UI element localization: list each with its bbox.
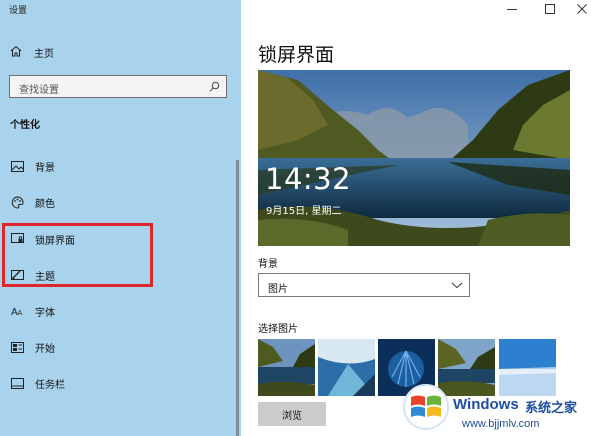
main-panel: 锁屏界面 14:32 9月15日, 星期二 背景 图片 选择图片 浏览 <box>241 0 591 436</box>
background-label: 背景 <box>258 259 278 270</box>
app-title: 设置 <box>9 6 28 16</box>
sidebar-home[interactable]: 主页 <box>10 44 54 60</box>
picture-thumbnail[interactable] <box>318 339 375 396</box>
close-button[interactable] <box>572 2 591 16</box>
preview-landscape-image <box>258 70 570 246</box>
windows-logo-icon <box>402 383 450 434</box>
sidebar-item-taskbar[interactable]: 任务栏 <box>10 375 210 391</box>
maximize-button[interactable] <box>540 2 560 16</box>
page-title: 锁屏界面 <box>258 44 335 66</box>
sidebar-item-start[interactable]: 开始 <box>10 339 210 355</box>
close-icon <box>577 4 587 14</box>
preview-date: 9月15日, 星期二 <box>266 206 342 217</box>
taskbar-icon <box>10 376 24 390</box>
font-icon: AA <box>10 304 24 318</box>
section-title: 个性化 <box>10 120 40 131</box>
search-icon[interactable] <box>209 81 220 95</box>
maximize-icon <box>545 4 555 14</box>
highlight-annotation-box <box>2 223 153 287</box>
home-icon <box>10 45 22 60</box>
sidebar: 设置 主页 查找设置 个性化 背景 颜色 锁屏界面 主题 A A 字体 开始 任… <box>0 0 241 436</box>
sidebar-item-label: 背景 <box>35 162 55 174</box>
sidebar-item-background[interactable]: 背景 <box>10 158 210 174</box>
preview-time: 14:32 <box>265 162 352 196</box>
watermark-url: www.bjjmlv.com <box>462 418 540 430</box>
watermark: Windows 系统之家 www.bjjmlv.com <box>398 383 591 436</box>
sidebar-scrollbar[interactable] <box>236 160 239 436</box>
search-input[interactable]: 查找设置 <box>9 75 227 98</box>
minimize-button[interactable] <box>502 2 522 16</box>
minimize-icon <box>507 9 517 10</box>
browse-button[interactable]: 浏览 <box>258 402 326 426</box>
sidebar-home-label: 主页 <box>34 48 54 60</box>
picture-icon <box>10 159 24 173</box>
watermark-brand: Windows <box>453 396 519 413</box>
sidebar-item-label: 颜色 <box>35 198 55 210</box>
sidebar-item-label: 任务栏 <box>35 379 65 391</box>
watermark-brand-cn: 系统之家 <box>525 401 578 416</box>
lock-screen-preview: 14:32 9月15日, 星期二 <box>258 70 570 246</box>
start-icon <box>10 340 24 354</box>
choose-picture-label: 选择图片 <box>258 324 298 335</box>
sidebar-item-fonts[interactable]: AA 字体 <box>10 303 210 319</box>
palette-icon <box>10 195 24 209</box>
svg-text:A: A <box>17 309 22 317</box>
background-dropdown[interactable]: 图片 <box>258 273 470 297</box>
background-dropdown-value: 图片 <box>268 284 288 295</box>
sidebar-item-label: 开始 <box>35 343 55 355</box>
picture-thumbnail[interactable] <box>258 339 315 396</box>
chevron-down-icon <box>451 280 463 293</box>
search-placeholder: 查找设置 <box>19 85 59 96</box>
sidebar-item-colors[interactable]: 颜色 <box>10 194 210 210</box>
sidebar-item-label: 字体 <box>35 307 55 319</box>
